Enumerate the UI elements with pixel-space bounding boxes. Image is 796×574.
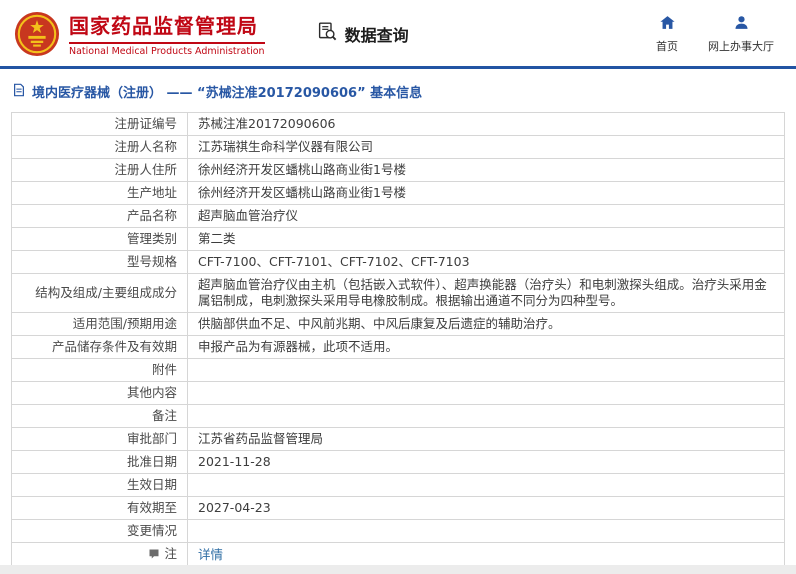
field-label: 注册人住所: [11, 158, 188, 182]
field-label: 变更情况: [11, 519, 188, 543]
home-icon: [659, 14, 676, 34]
field-value: 供脑部供血不足、中风前兆期、中风后康复及后遗症的辅助治疗。: [187, 312, 785, 336]
field-label: 管理类别: [11, 227, 188, 251]
nav-service-hall[interactable]: 网上办事大厅: [708, 14, 774, 54]
note-icon: [148, 548, 160, 560]
field-label: 审批部门: [11, 427, 188, 451]
org-name-cn: 国家药品监督管理局: [69, 14, 258, 38]
note-label-text: 注: [164, 546, 177, 561]
field-label: 产品名称: [11, 204, 188, 228]
field-value: [187, 519, 785, 543]
field-label: 注册证编号: [11, 112, 188, 136]
person-icon: [733, 14, 750, 34]
table-row: 结构及组成/主要组成成分 超声脑血管治疗仪由主机（包括嵌入式软件）、超声换能器（…: [11, 273, 785, 313]
footer-strip: [0, 565, 796, 574]
field-value: 申报产品为有源器械，此项不适用。: [187, 335, 785, 359]
field-label: 其他内容: [11, 381, 188, 405]
table-row: 备注: [11, 404, 785, 428]
field-label: 型号规格: [11, 250, 188, 274]
brand-divider: [69, 42, 265, 44]
field-label: 生效日期: [11, 473, 188, 497]
table-row: 注册人名称 江苏瑞祺生命科学仪器有限公司: [11, 135, 785, 159]
nav-home-label: 首页: [656, 39, 678, 53]
field-value: 徐州经济开发区蟠桃山路商业街1号楼: [187, 181, 785, 205]
registration-info-table: 注册证编号 苏械注准20172090606 注册人名称 江苏瑞祺生命科学仪器有限…: [11, 112, 785, 568]
field-value: 第二类: [187, 227, 785, 251]
field-value: 江苏省药品监督管理局: [187, 427, 785, 451]
field-value: 超声脑血管治疗仪: [187, 204, 785, 228]
table-row: 生效日期: [11, 473, 785, 497]
data-query-label: 数据查询: [344, 25, 409, 45]
field-value: 详情: [187, 542, 785, 568]
data-query-title: 数据查询: [317, 21, 409, 46]
nav-home[interactable]: 首页: [656, 14, 678, 54]
table-row: 型号规格 CFT-7100、CFT-7101、CFT-7102、CFT-7103: [11, 250, 785, 274]
nav-service-hall-label: 网上办事大厅: [708, 39, 774, 53]
field-value: 江苏瑞祺生命科学仪器有限公司: [187, 135, 785, 159]
table-row: 变更情况: [11, 519, 785, 543]
field-value: 2021-11-28: [187, 450, 785, 474]
data-query-icon: [317, 21, 338, 46]
table-row: 管理类别 第二类: [11, 227, 785, 251]
field-label: 有效期至: [11, 496, 188, 520]
field-value: 2027-04-23: [187, 496, 785, 520]
field-label: 附件: [11, 358, 188, 382]
field-value: [187, 404, 785, 428]
table-row: 注册证编号 苏械注准20172090606: [11, 112, 785, 136]
brand-logo-link[interactable]: 国家药品监督管理局 National Medical Products Admi…: [14, 10, 265, 57]
table-row: 注册人住所 徐州经济开发区蟠桃山路商业街1号楼: [11, 158, 785, 182]
field-value: 超声脑血管治疗仪由主机（包括嵌入式软件）、超声换能器（治疗头）和电刺激探头组成。…: [187, 273, 785, 313]
field-value: CFT-7100、CFT-7101、CFT-7102、CFT-7103: [187, 250, 785, 274]
table-row: 适用范围/预期用途 供脑部供血不足、中风前兆期、中风后康复及后遗症的辅助治疗。: [11, 312, 785, 336]
breadcrumb-text: 境内医疗器械（注册） —— “苏械注准20172090606” 基本信息: [32, 86, 423, 101]
org-name-en: National Medical Products Administration: [69, 46, 265, 57]
header-nav: 首页 网上办事大厅: [656, 14, 780, 54]
field-label: 注册人名称: [11, 135, 188, 159]
field-value: [187, 381, 785, 405]
table-row: 产品名称 超声脑血管治疗仪: [11, 204, 785, 228]
table-row: 有效期至 2027-04-23: [11, 496, 785, 520]
field-label: 生产地址: [11, 181, 188, 205]
table-row-note: 注 详情: [11, 542, 785, 568]
table-row: 其他内容: [11, 381, 785, 405]
table-row: 生产地址 徐州经济开发区蟠桃山路商业街1号楼: [11, 181, 785, 205]
brand-text: 国家药品监督管理局 National Medical Products Admi…: [69, 10, 265, 57]
field-label: 产品储存条件及有效期: [11, 335, 188, 359]
site-header: 国家药品监督管理局 National Medical Products Admi…: [0, 0, 796, 66]
field-label: 结构及组成/主要组成成分: [11, 273, 188, 313]
field-value: 徐州经济开发区蟠桃山路商业街1号楼: [187, 158, 785, 182]
field-label: 适用范围/预期用途: [11, 312, 188, 336]
field-label: 注: [11, 542, 188, 568]
table-row: 审批部门 江苏省药品监督管理局: [11, 427, 785, 451]
detail-link[interactable]: 详情: [198, 547, 223, 562]
field-value: [187, 473, 785, 497]
field-value: [187, 358, 785, 382]
national-emblem-logo: [14, 11, 60, 57]
table-row: 产品储存条件及有效期 申报产品为有源器械，此项不适用。: [11, 335, 785, 359]
field-value: 苏械注准20172090606: [187, 112, 785, 136]
document-icon: [12, 83, 26, 101]
field-label: 备注: [11, 404, 188, 428]
field-label: 批准日期: [11, 450, 188, 474]
table-row: 批准日期 2021-11-28: [11, 450, 785, 474]
breadcrumb: 境内医疗器械（注册） —— “苏械注准20172090606” 基本信息: [0, 69, 796, 112]
table-row: 附件: [11, 358, 785, 382]
